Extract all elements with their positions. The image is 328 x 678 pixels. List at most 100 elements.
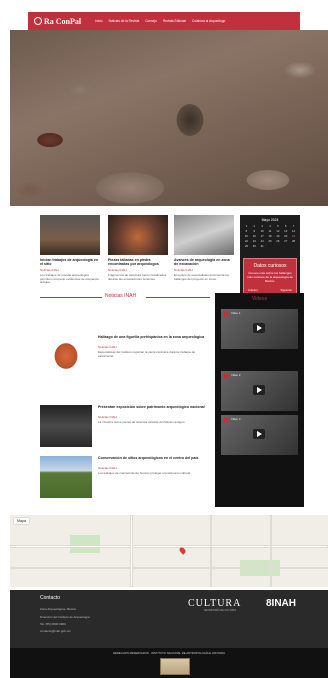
calendar-day[interactable]: 5 bbox=[274, 224, 281, 228]
news-date: Noticias INAH bbox=[98, 345, 117, 349]
nav-item-revista[interactable]: Revista Editorial bbox=[163, 19, 186, 23]
next-button[interactable]: Siguiente bbox=[280, 288, 292, 292]
map-title[interactable]: Mapa bbox=[14, 518, 29, 524]
calendar-day[interactable]: 8 bbox=[243, 229, 250, 233]
card-title[interactable]: Inician trabajos de arqueología en el si… bbox=[40, 258, 100, 267]
calendar-day[interactable]: 1 bbox=[243, 224, 250, 228]
news-title[interactable]: Conservación de sitios arqueológicos en … bbox=[98, 456, 210, 460]
nav-item-colabora[interactable]: Colabora al Arqueólogo bbox=[192, 19, 225, 23]
calendar-day[interactable]: 19 bbox=[274, 234, 281, 238]
channel-avatar bbox=[223, 373, 229, 379]
calendar-day[interactable]: 28 bbox=[290, 239, 297, 243]
news-title[interactable]: Presentan exposición sobre patrimonio ar… bbox=[98, 405, 210, 409]
video-thumbnail[interactable]: Video 3 bbox=[221, 415, 298, 455]
calendar-day[interactable]: 27 bbox=[282, 239, 289, 243]
calendar-day[interactable]: 20 bbox=[282, 234, 289, 238]
calendar-day[interactable]: 10 bbox=[259, 229, 266, 233]
news-image[interactable] bbox=[40, 456, 92, 498]
news-image[interactable] bbox=[40, 335, 92, 377]
video-title[interactable]: Video 1 bbox=[231, 311, 240, 315]
calendar-day[interactable]: 29 bbox=[243, 244, 250, 248]
news-title[interactable]: Hallazgo de una figurilla prehispánica e… bbox=[98, 335, 210, 339]
calendar-day[interactable]: 12 bbox=[274, 229, 281, 233]
map-road bbox=[270, 515, 272, 587]
news-text: Los trabajos de mantenimiento buscan pro… bbox=[98, 471, 191, 475]
calendar-day[interactable]: 9 bbox=[251, 229, 258, 233]
calendar-day[interactable]: 17 bbox=[259, 234, 266, 238]
hero-image bbox=[10, 30, 328, 206]
card-title[interactable]: Avances de arqueología en zona de excava… bbox=[174, 258, 234, 267]
calendar-day[interactable]: 16 bbox=[251, 234, 258, 238]
logo-text: Ra ConPal bbox=[44, 16, 82, 26]
map-road bbox=[10, 545, 328, 548]
news-date: Noticias INAH bbox=[98, 466, 117, 470]
calendar-day[interactable]: 26 bbox=[274, 239, 281, 243]
news-date: Noticias INAH bbox=[98, 415, 117, 419]
calendar-day[interactable]: 7 bbox=[290, 224, 297, 228]
video-title[interactable]: Video 3 bbox=[231, 417, 240, 421]
calendar-day[interactable]: 11 bbox=[267, 229, 274, 233]
video-title[interactable]: Video 2 bbox=[231, 373, 240, 377]
card-thumbnail[interactable] bbox=[108, 215, 168, 255]
datos-title: Datos curiosos bbox=[253, 263, 287, 269]
calendar-day[interactable]: 24 bbox=[259, 239, 266, 243]
section-title: Noticias INAH bbox=[105, 293, 137, 299]
card-text: Los trabajos de rescate arqueológico per… bbox=[40, 272, 100, 285]
channel-avatar bbox=[223, 417, 229, 423]
site-logo[interactable]: Ra ConPal bbox=[34, 17, 81, 26]
calendar-day[interactable]: 23 bbox=[251, 239, 258, 243]
news-item[interactable]: Hallazgo de una figurilla prehispánica e… bbox=[40, 335, 210, 377]
calendar-day[interactable]: 6 bbox=[282, 224, 289, 228]
location-map[interactable]: Mapa bbox=[10, 515, 328, 587]
calendar-day[interactable]: 30 bbox=[251, 244, 258, 248]
videos-panel: Videos Video 1 Video 2 Video 3 bbox=[215, 293, 304, 507]
calendar-day[interactable]: 3 bbox=[259, 224, 266, 228]
cultura-logo[interactable]: CULTURA bbox=[188, 598, 241, 609]
footer-title: Contacto bbox=[40, 595, 61, 601]
calendar-day[interactable]: 25 bbox=[267, 239, 274, 243]
datos-controls: Anterior Siguiente bbox=[248, 288, 292, 292]
calendar-day[interactable]: 13 bbox=[282, 229, 289, 233]
inah-logo[interactable]: 8INAH bbox=[266, 598, 296, 609]
calendar-day[interactable]: 2 bbox=[251, 224, 258, 228]
news-item[interactable]: Presentan exposición sobre patrimonio ar… bbox=[40, 405, 210, 447]
prev-button[interactable]: Anterior bbox=[248, 288, 258, 292]
card-thumbnail[interactable] bbox=[174, 215, 234, 255]
play-icon[interactable] bbox=[253, 323, 265, 333]
video-thumbnail[interactable]: Video 1 bbox=[221, 309, 298, 349]
card-title[interactable]: Piezas talladas en piedra encontradas po… bbox=[108, 258, 168, 267]
news-text: La muestra reúne piezas de diversas cult… bbox=[98, 420, 186, 424]
nav-menu: Inicio Noticias de la Revista Consejo Re… bbox=[95, 19, 225, 23]
cultura-subtitle: SECRETARÍA DE CULTURA bbox=[204, 609, 237, 612]
calendar-grid: 1 2 3 4 5 6 7 8 9 10 11 12 13 14 15 16 17 18 19 20 21 22 23 24 2… bbox=[240, 222, 300, 250]
nav-item-inicio[interactable]: Inicio bbox=[95, 19, 102, 23]
calendar-day[interactable]: 21 bbox=[290, 234, 297, 238]
nav-item-noticias[interactable]: Noticias de la Revista bbox=[109, 19, 140, 23]
seal-image bbox=[160, 658, 190, 675]
calendar-day[interactable]: 4 bbox=[267, 224, 274, 228]
videos-title: Videos bbox=[251, 296, 268, 302]
news-image[interactable] bbox=[40, 405, 92, 447]
footer-line[interactable]: contacto@inah.gob.mx bbox=[40, 629, 71, 633]
calendar-day[interactable]: 14 bbox=[290, 229, 297, 233]
featured-card[interactable]: Inician trabajos de arqueología en el si… bbox=[40, 215, 100, 285]
copyright-text: DERECHOS RESERVADOS · INSTITUTO NACIONAL… bbox=[112, 651, 226, 655]
news-text: Especialistas del Instituto registran la… bbox=[98, 350, 196, 358]
calendar-day[interactable]: 15 bbox=[243, 234, 250, 238]
footer: Contacto Zona Arqueológica, México Direc… bbox=[10, 590, 328, 648]
calendar-day[interactable]: 18 bbox=[267, 234, 274, 238]
footer-line: Zona Arqueológica, México bbox=[40, 607, 77, 611]
main-nav: Ra ConPal Inicio Noticias de la Revista … bbox=[28, 12, 300, 30]
video-thumbnail[interactable]: Video 2 bbox=[221, 371, 298, 411]
card-date: Noticias INAH bbox=[174, 267, 193, 272]
calendar-day[interactable]: 31 bbox=[259, 244, 266, 248]
play-icon[interactable] bbox=[253, 429, 265, 439]
card-thumbnail[interactable] bbox=[40, 215, 100, 255]
nav-item-consejo[interactable]: Consejo bbox=[145, 19, 157, 23]
calendar-day[interactable]: 22 bbox=[243, 239, 250, 243]
play-icon[interactable] bbox=[253, 385, 265, 395]
news-item[interactable]: Conservación de sitios arqueológicos en … bbox=[40, 456, 210, 498]
card-date: Noticias INAH bbox=[40, 267, 59, 272]
featured-card[interactable]: Piezas talladas en piedra encontradas po… bbox=[108, 215, 168, 281]
featured-card[interactable]: Avances de arqueología en zona de excava… bbox=[174, 215, 234, 281]
